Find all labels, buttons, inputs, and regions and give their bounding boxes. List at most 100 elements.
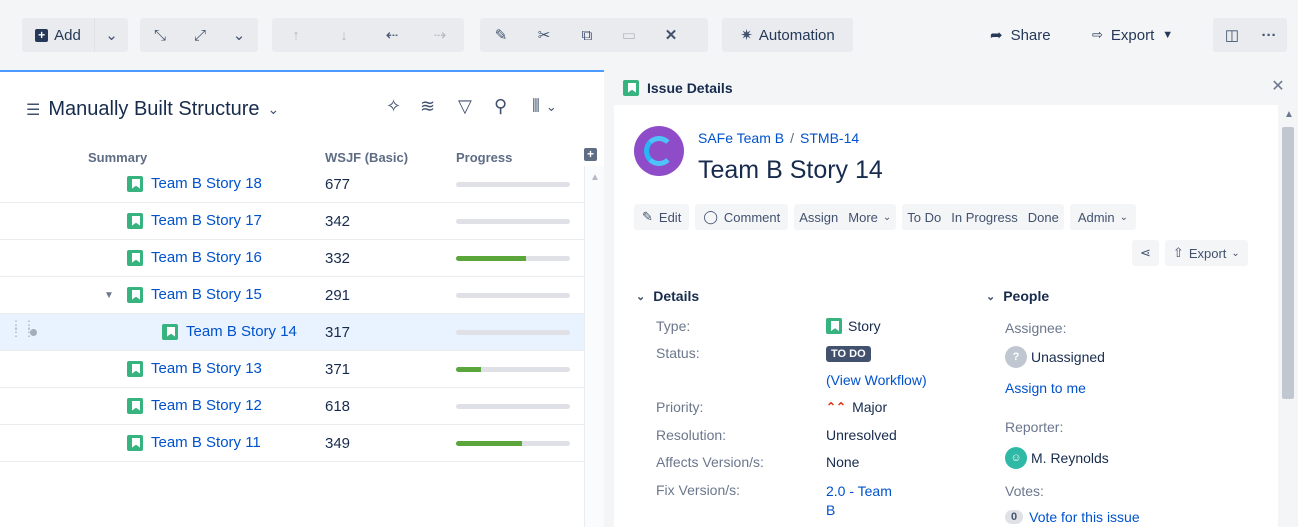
- reporter-value-text: M. Reynolds: [1031, 450, 1109, 466]
- assign-to-me-link[interactable]: Assign to me: [1005, 380, 1086, 396]
- table-row-selected[interactable]: ⋮⋮ ⋮⋮ Team B Story 14 317: [0, 314, 584, 351]
- collapse-icon[interactable]: ⤢: [180, 18, 220, 52]
- row-summary[interactable]: Team B Story 14: [162, 323, 297, 340]
- outdent-icon[interactable]: ⇠: [368, 18, 416, 52]
- details-section-toggle[interactable]: ⌄ Details: [636, 288, 699, 304]
- column-header-summary[interactable]: Summary: [88, 150, 147, 165]
- todo-button[interactable]: To Do: [902, 204, 946, 230]
- wand-icon: ✷: [740, 27, 753, 44]
- toolbar: + Add ⌄ ⤡ ⤢ ⌄ ↑ ↓ ⇠ ⇢ ✎ ✂ ⧉ ▭ ✕ ✷ Automa…: [0, 0, 1298, 70]
- expand-dropdown-chevron-icon[interactable]: ⌄: [220, 18, 258, 52]
- comment-button[interactable]: ◯ Comment: [695, 204, 789, 230]
- scrollbar-thumb[interactable]: [1282, 127, 1294, 399]
- search-icon[interactable]: ⚲: [494, 96, 507, 117]
- more-button[interactable]: More ⌄: [843, 204, 896, 230]
- story-icon: [127, 397, 143, 414]
- delete-icon[interactable]: ✕: [650, 18, 692, 52]
- columns-icon[interactable]: ⦀ ⌄: [532, 96, 557, 117]
- story-icon: [127, 212, 143, 229]
- row-summary[interactable]: Team B Story 12: [127, 397, 262, 414]
- row-summary[interactable]: Team B Story 13: [127, 360, 262, 377]
- column-header-wsjf[interactable]: WSJF (Basic): [325, 150, 408, 165]
- story-icon: [623, 79, 639, 96]
- filter-icon[interactable]: ▽: [458, 96, 472, 117]
- assignee-value: ? Unassigned: [1005, 346, 1105, 368]
- row-summary[interactable]: Team B Story 11: [127, 434, 261, 451]
- table-row[interactable]: Team B Story 11 349: [0, 425, 584, 462]
- row-summary[interactable]: Team B Story 15: [127, 286, 262, 303]
- more-icon[interactable]: ···: [1251, 18, 1287, 52]
- breadcrumb-issue-key[interactable]: STMB-14: [800, 130, 859, 146]
- expand-collapse-group: ⤡ ⤢ ⌄: [140, 18, 258, 52]
- layers-icon[interactable]: ≋: [420, 96, 435, 117]
- pencil-icon: ✎: [642, 209, 653, 224]
- move-up-icon[interactable]: ↑: [272, 18, 320, 52]
- people-section-toggle[interactable]: ⌄ People: [986, 288, 1049, 304]
- fix-version-value[interactable]: 2.0 - Team B: [826, 482, 892, 520]
- structure-selector[interactable]: ☰ Manually Built Structure ⌄: [26, 98, 279, 121]
- automation-button[interactable]: ✷ Automation: [722, 18, 853, 52]
- scroll-up-icon[interactable]: ▲: [1284, 109, 1294, 120]
- issue-export-button[interactable]: ⇧ Export ⌄: [1164, 240, 1248, 266]
- reporter-value[interactable]: ☺ M. Reynolds: [1005, 447, 1109, 469]
- pencil-icon[interactable]: ✎: [480, 18, 522, 52]
- table-row[interactable]: ▼ Team B Story 15 291: [0, 277, 584, 314]
- table-row[interactable]: Team B Story 13 371: [0, 351, 584, 388]
- chevron-down-icon: ⌄: [882, 211, 892, 223]
- row-wsjf: 677: [325, 176, 351, 193]
- row-summary[interactable]: Team B Story 17: [127, 212, 262, 229]
- row-summary[interactable]: Team B Story 16: [127, 249, 262, 266]
- row-dot-icon: [30, 329, 37, 336]
- expand-triangle-icon[interactable]: ▼: [104, 290, 114, 301]
- add-dropdown-chevron-icon[interactable]: ⌄: [94, 18, 128, 52]
- details-scrollbar[interactable]: ▲: [1278, 105, 1298, 527]
- layout-icon[interactable]: ◫: [1213, 18, 1251, 52]
- share-button[interactable]: ➦ Share: [990, 18, 1051, 52]
- progress-bar: [456, 182, 570, 187]
- close-icon[interactable]: ✕: [1268, 77, 1288, 97]
- assignee-label: Assignee:: [1005, 320, 1067, 336]
- copy-icon[interactable]: ⧉: [566, 18, 608, 52]
- row-summary-text: Team B Story 13: [151, 360, 262, 377]
- workflow-group: To Do In Progress Done: [902, 204, 1064, 230]
- table-row[interactable]: Team B Story 18 677: [0, 166, 584, 203]
- vote-link[interactable]: 0 Vote for this issue: [1005, 509, 1140, 525]
- table-row[interactable]: Team B Story 17 342: [0, 203, 584, 240]
- add-button[interactable]: + Add: [22, 18, 94, 52]
- progress-bar: [456, 219, 570, 224]
- row-summary[interactable]: Team B Story 18: [127, 175, 262, 192]
- edit-button[interactable]: ✎ Edit: [634, 204, 690, 230]
- scissors-icon[interactable]: ✂: [522, 18, 566, 52]
- pin-icon[interactable]: ✧: [386, 96, 401, 117]
- table-row[interactable]: Team B Story 12 618: [0, 388, 584, 425]
- paste-icon[interactable]: ▭: [608, 18, 650, 52]
- structure-scrollbar[interactable]: ▲: [584, 166, 604, 527]
- table-row[interactable]: Team B Story 16 332: [0, 240, 584, 277]
- in-progress-button[interactable]: In Progress: [946, 204, 1022, 230]
- fix-version-label: Fix Version/s:: [656, 482, 741, 498]
- project-avatar[interactable]: [634, 126, 684, 176]
- scroll-up-icon[interactable]: ▲: [590, 172, 600, 183]
- expand-icon[interactable]: ⤡: [140, 18, 180, 52]
- panel-divider[interactable]: [604, 70, 614, 527]
- row-summary-text: Team B Story 11: [151, 434, 261, 451]
- row-summary-text: Team B Story 18: [151, 175, 262, 192]
- story-icon: [826, 318, 842, 334]
- done-button[interactable]: Done: [1023, 204, 1064, 230]
- export-button[interactable]: ⇨ Export ▼: [1092, 18, 1173, 52]
- assign-button[interactable]: Assign: [794, 204, 843, 230]
- view-workflow-link[interactable]: (View Workflow): [826, 372, 927, 388]
- move-down-icon[interactable]: ↓: [320, 18, 368, 52]
- structure-rows: Team B Story 18 677 Team B Story 17 342 …: [0, 166, 584, 462]
- status-value: TO DO: [826, 344, 871, 362]
- comment-icon: ◯: [703, 209, 718, 224]
- story-icon: [127, 249, 143, 266]
- indent-icon[interactable]: ⇢: [416, 18, 464, 52]
- admin-button[interactable]: Admin ⌄: [1069, 204, 1137, 230]
- column-header-progress[interactable]: Progress: [456, 150, 512, 165]
- share-icon[interactable]: ⋖: [1132, 240, 1159, 266]
- status-label: Status:: [656, 345, 700, 361]
- breadcrumb-project[interactable]: SAFe Team B: [698, 130, 784, 146]
- add-column-icon[interactable]: +: [584, 148, 597, 161]
- priority-value: ⌃⌃ Major: [826, 399, 887, 415]
